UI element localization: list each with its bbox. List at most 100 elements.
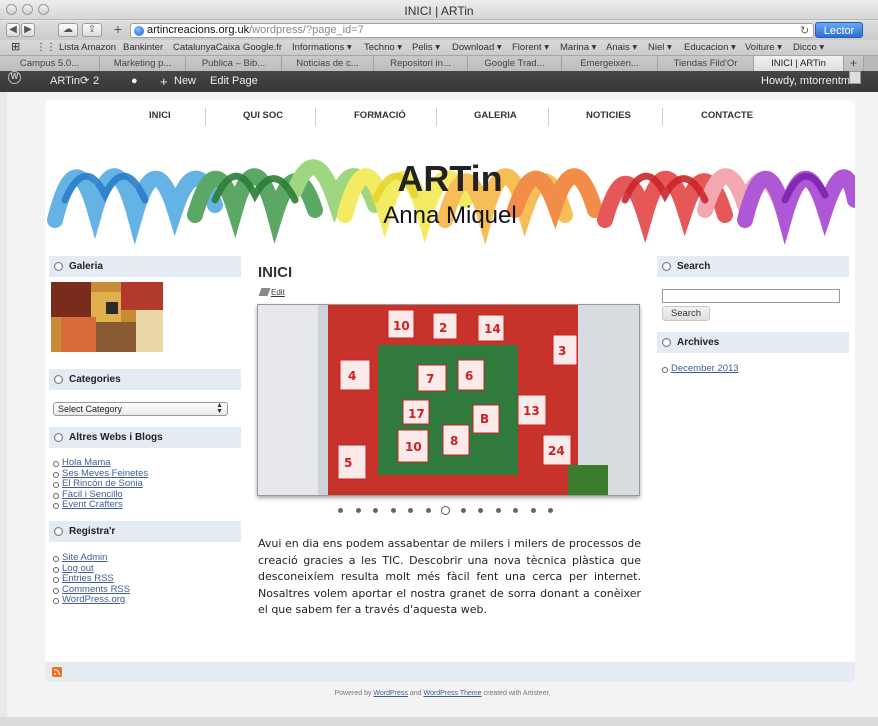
avatar[interactable] xyxy=(849,71,861,84)
updates-icon[interactable]: ⟳ xyxy=(80,71,89,92)
admin-new-link[interactable]: New xyxy=(174,71,196,92)
site-header: ARTin Anna Miquel xyxy=(45,130,855,250)
admin-howdy[interactable]: Howdy, mtorrentmi xyxy=(761,71,852,92)
menu-item-contacte[interactable]: CONTACTE xyxy=(701,110,753,121)
browser-tab[interactable]: Google Trad... xyxy=(468,56,562,71)
menu-separator xyxy=(436,108,437,126)
search-input[interactable] xyxy=(662,289,840,303)
blog-link[interactable]: Event Crafters xyxy=(62,499,123,510)
admin-site-link[interactable]: ARTin xyxy=(50,71,80,92)
browser-tab[interactable]: Tiendas Fild'Or xyxy=(658,56,754,71)
back-button[interactable]: ◀ xyxy=(6,23,20,37)
browser-tab[interactable]: Publica – Bib... xyxy=(186,56,282,71)
browser-tab[interactable]: Campus 5.0... xyxy=(0,56,100,71)
menu-item-formacio[interactable]: FORMACIÓ xyxy=(354,110,406,121)
bookmark-item[interactable]: Google.fr xyxy=(243,40,282,55)
menu-item-noticies[interactable]: NOTICIES xyxy=(586,110,631,121)
forward-button[interactable]: ▶ xyxy=(21,23,35,37)
menu-item-inici[interactable]: INICI xyxy=(149,110,171,121)
bookmark-item[interactable]: Anais ▾ xyxy=(606,40,637,55)
site-admin-link[interactable]: Site Admin xyxy=(62,552,107,563)
gallery-image[interactable] xyxy=(51,282,163,352)
browser-tab-active[interactable]: INICI | ARTin xyxy=(754,56,844,71)
svg-text:7: 7 xyxy=(426,372,434,386)
slider-dot[interactable] xyxy=(548,508,553,513)
menu-item-galeria[interactable]: GALERIA xyxy=(474,110,517,121)
bookmarks-bar: ⊞ ⋮⋮ Lista Amazon Bankinter CatalunyaCai… xyxy=(0,40,878,55)
slider-dot[interactable] xyxy=(460,508,466,513)
slider-dot[interactable] xyxy=(338,508,343,513)
search-button[interactable]: Search xyxy=(662,306,710,321)
new-tab-button[interactable]: + xyxy=(844,56,864,71)
post-content: Avui en dia ens podem assabentar de mile… xyxy=(258,537,641,617)
bookmark-item[interactable]: CatalunyaCaixa xyxy=(173,40,240,55)
widget-bullet-icon xyxy=(54,433,63,442)
admin-edit-page-link[interactable]: Edit Page xyxy=(210,71,258,92)
bookmark-item[interactable]: Educacion ▾ xyxy=(684,40,736,55)
add-bookmark-icon[interactable]: + xyxy=(110,22,126,37)
widget-bullet-icon xyxy=(54,527,63,536)
wordpress-link[interactable]: WordPress xyxy=(373,690,408,697)
edit-post-link[interactable]: Edit xyxy=(258,288,285,297)
widget-bullet-icon xyxy=(54,375,63,384)
wordpress-logo-icon[interactable]: W xyxy=(8,71,21,84)
updates-count[interactable]: 2 xyxy=(93,71,99,92)
slider-dot[interactable] xyxy=(530,508,536,513)
bookmark-item[interactable]: Pelis ▾ xyxy=(412,40,440,55)
bookmark-item[interactable]: Marina ▾ xyxy=(560,40,596,55)
blog-link[interactable]: Fàcil i Sencillo xyxy=(62,489,123,500)
browser-tab[interactable]: Noticias de c... xyxy=(282,56,374,71)
post-title[interactable]: INICI xyxy=(258,264,292,281)
bookmark-item[interactable]: Niel ▾ xyxy=(648,40,672,55)
address-bar[interactable]: artincreacions.org.uk/wordpress/?page_id… xyxy=(130,23,814,38)
blog-link[interactable]: Ses Meves Feinetes xyxy=(62,468,148,479)
svg-text:13: 13 xyxy=(523,404,540,418)
menu-separator xyxy=(205,108,206,126)
advent-calendar-slide[interactable]: 10 2 14 4 7 6 17 B 13 10 8 24 5 3 xyxy=(257,304,640,496)
slider-dot-active[interactable] xyxy=(441,506,450,515)
bookmark-item[interactable]: Lista Amazon xyxy=(59,40,116,55)
browser-tab[interactable]: Emergeixen... xyxy=(562,56,658,71)
url-path: /wordpress/?page_id=7 xyxy=(249,24,364,36)
browser-toolbar: ◀ ▶ ☁ ⇪ + artincreacions.org.uk/wordpres… xyxy=(0,21,878,40)
icloud-tabs-button[interactable]: ☁ xyxy=(58,23,78,37)
theme-link[interactable]: WordPress Theme xyxy=(424,690,482,697)
site-title[interactable]: ARTin xyxy=(45,158,855,200)
bookmark-item[interactable]: Florent ▾ xyxy=(512,40,549,55)
share-icon[interactable]: ⇪ xyxy=(82,23,102,37)
bookmark-item[interactable]: Informations ▾ xyxy=(292,40,352,55)
bookmark-item[interactable]: Dicco ▾ xyxy=(793,40,824,55)
bookmark-item[interactable]: Voiture ▾ xyxy=(745,40,782,55)
category-select[interactable]: Select Category ▲ ▼ xyxy=(53,402,228,416)
bookmark-item[interactable]: Techno ▾ xyxy=(364,40,402,55)
entries-rss-link[interactable]: Entries RSS xyxy=(62,573,114,584)
slider-dot[interactable] xyxy=(390,508,396,513)
comments-icon[interactable]: ● xyxy=(131,71,138,92)
slider-dot[interactable] xyxy=(495,508,501,513)
slider-dot[interactable] xyxy=(478,508,483,513)
new-icon[interactable]: + xyxy=(160,71,168,92)
list-item: December 2013 xyxy=(662,363,739,375)
browser-tab[interactable]: Repositori in... xyxy=(374,56,468,71)
wordpress-org-link[interactable]: WordPress.org xyxy=(62,594,125,605)
reading-list-icon[interactable]: ⊞ xyxy=(11,40,20,55)
archive-link[interactable]: December 2013 xyxy=(671,363,739,374)
slider-dot[interactable] xyxy=(373,508,378,513)
browser-tab[interactable]: Marketing p... xyxy=(100,56,186,71)
reload-icon[interactable]: ↻ xyxy=(800,24,809,37)
blog-link[interactable]: El Rincón de Sonia xyxy=(62,478,143,489)
comments-rss-link[interactable]: Comments RSS xyxy=(62,584,130,595)
bookmark-item[interactable]: Bankinter xyxy=(123,40,163,55)
slider-dot[interactable] xyxy=(355,508,361,513)
rss-icon[interactable] xyxy=(52,667,62,677)
slider-dot[interactable] xyxy=(408,508,413,513)
slider-dot[interactable] xyxy=(425,508,431,513)
top-sites-icon[interactable]: ⋮⋮ xyxy=(36,40,56,55)
log-out-link[interactable]: Log out xyxy=(62,563,94,574)
bookmark-item[interactable]: Download ▾ xyxy=(452,40,502,55)
blog-link[interactable]: Hola Mama xyxy=(62,457,111,468)
reader-button[interactable]: Lector xyxy=(815,22,863,38)
menu-item-qui-soc[interactable]: QUI SOC xyxy=(243,110,283,121)
slider-dot[interactable] xyxy=(513,508,518,513)
advent-calendar-image: 10 2 14 4 7 6 17 B 13 10 8 24 5 3 xyxy=(258,305,639,495)
